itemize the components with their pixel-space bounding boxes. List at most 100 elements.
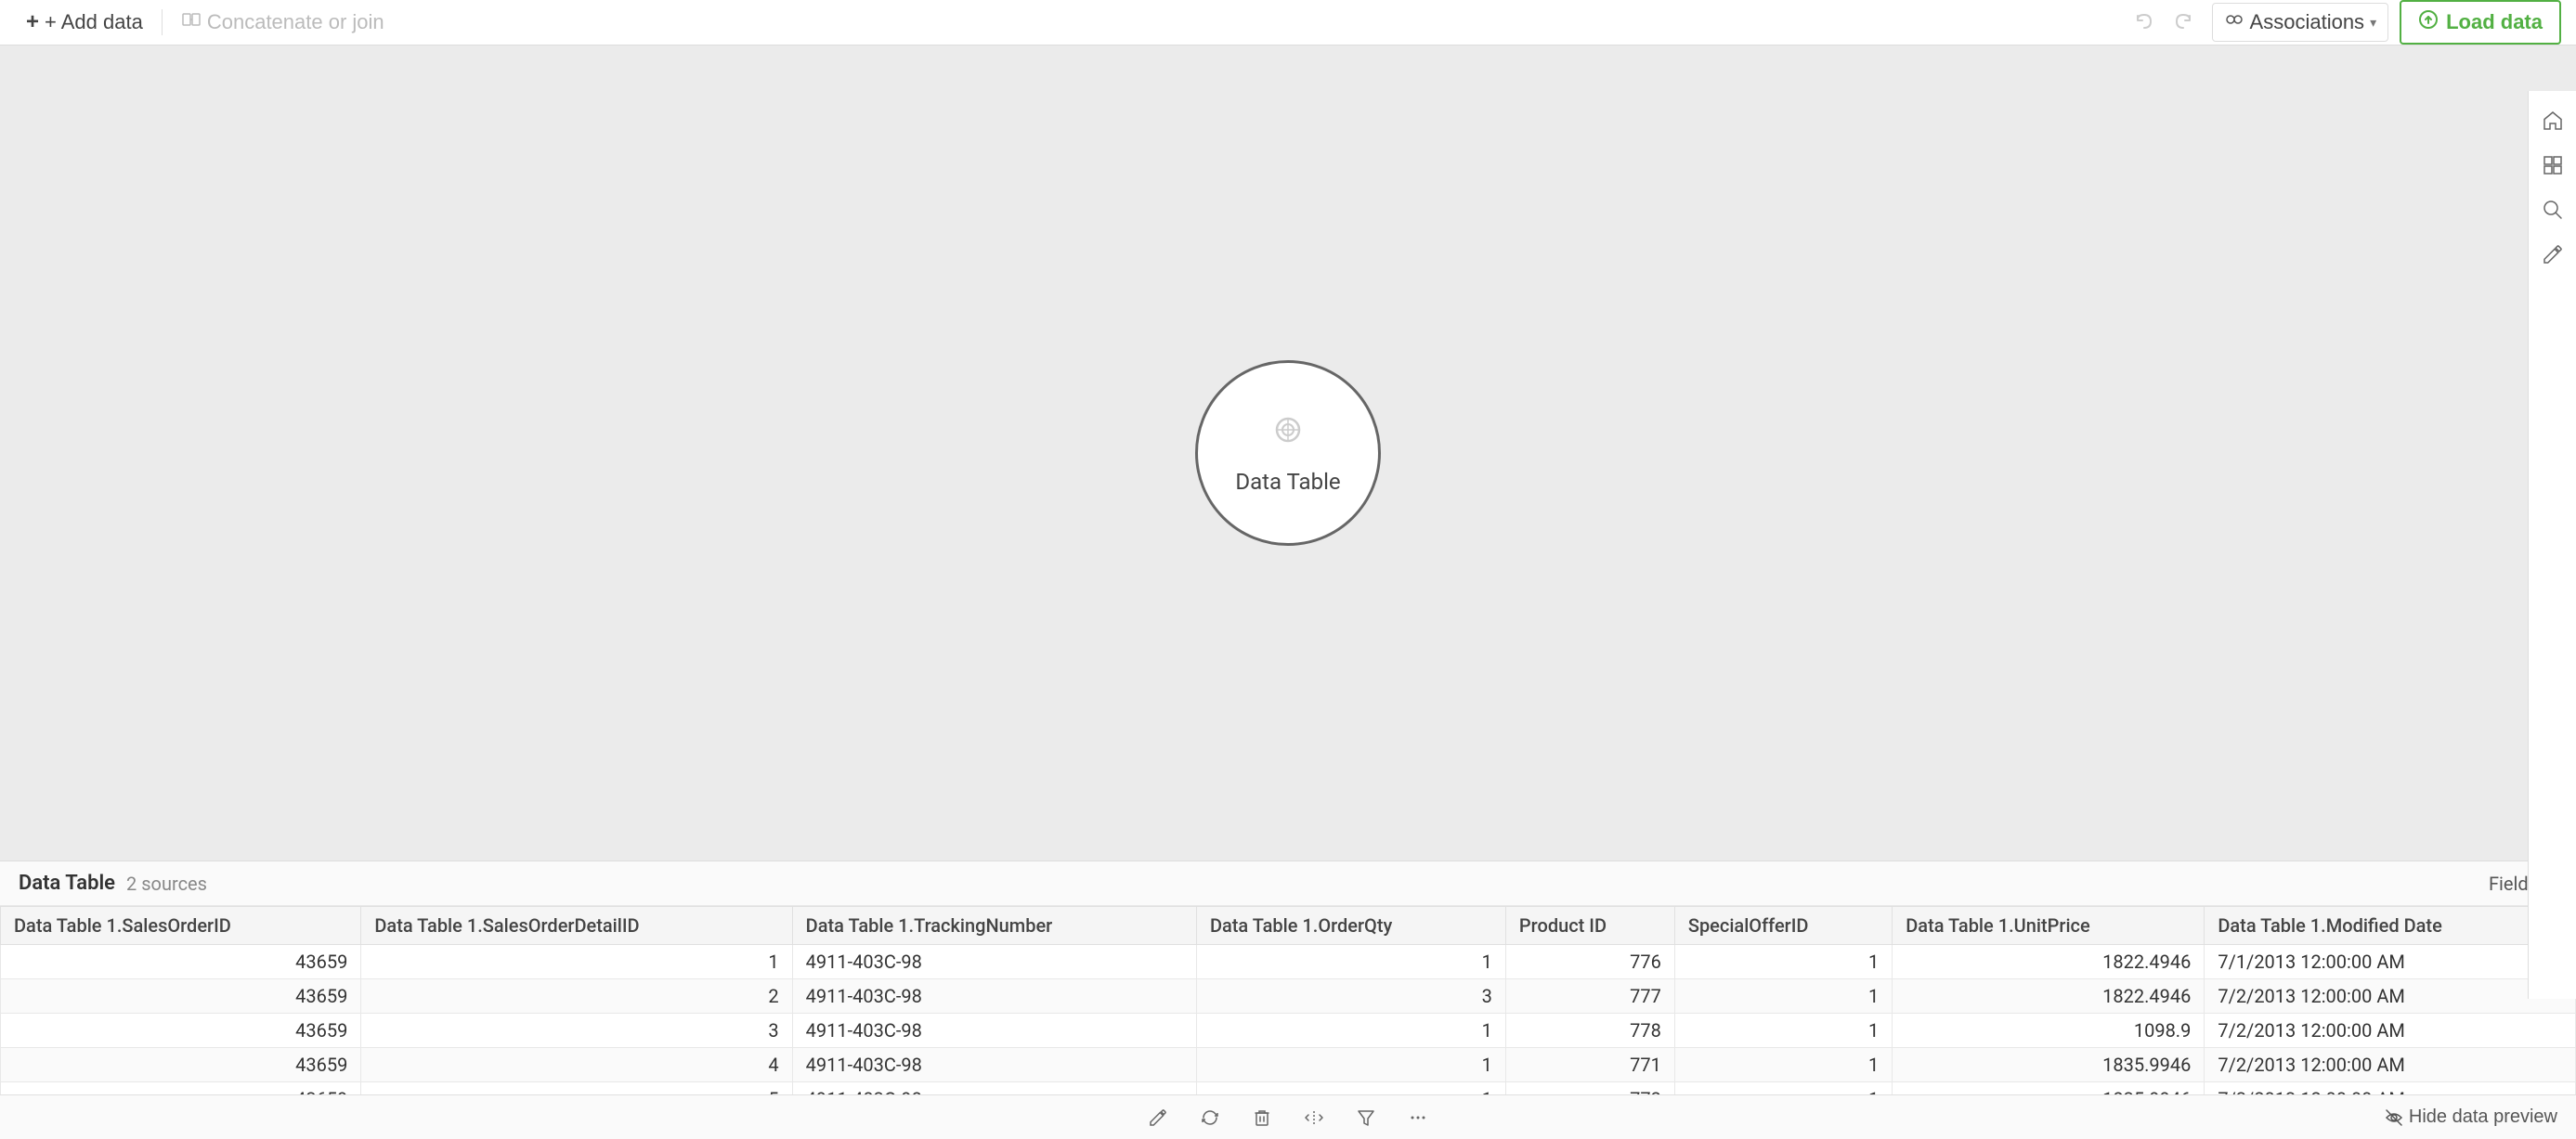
- column-header[interactable]: Data Table 1.UnitPrice: [1893, 907, 2205, 945]
- table-row[interactable]: 4365924911-403C-98377711822.49467/2/2013…: [1, 979, 2576, 1014]
- data-table-node[interactable]: Data Table: [1195, 360, 1381, 546]
- bottom-toolbar-center: [1140, 1100, 1436, 1135]
- load-data-button[interactable]: Load data: [2400, 0, 2561, 45]
- load-data-circle-icon: [2418, 9, 2439, 35]
- table-cell: 1835.9946: [1893, 1082, 2205, 1095]
- sources-badge: 2 sources: [126, 873, 207, 895]
- table-cell: 1835.9946: [1893, 1048, 2205, 1082]
- table-cell: 7/3/2013 12:00:00 AM: [2205, 1082, 2576, 1095]
- table-cell: 5: [361, 1082, 792, 1095]
- table-row[interactable]: 4365954911-403C-98177211835.99467/3/2013…: [1, 1082, 2576, 1095]
- table-cell: 4911-403C-98: [792, 945, 1196, 979]
- table-cell: 7/2/2013 12:00:00 AM: [2205, 1014, 2576, 1048]
- table-row[interactable]: 4365944911-403C-98177111835.99467/2/2013…: [1, 1048, 2576, 1082]
- table-cell: 7/2/2013 12:00:00 AM: [2205, 1048, 2576, 1082]
- sidebar-home-button[interactable]: [2534, 102, 2571, 139]
- table-cell: 1: [1196, 1014, 1505, 1048]
- column-header[interactable]: Data Table 1.SalesOrderDetailID: [361, 907, 792, 945]
- header-row: Data Table 1.SalesOrderIDData Table 1.Sa…: [1, 907, 2576, 945]
- table-cell: 1: [1196, 1082, 1505, 1095]
- table-cell: 1: [1674, 979, 1892, 1014]
- table-cell: 43659: [1, 1014, 361, 1048]
- column-header[interactable]: SpecialOfferID: [1674, 907, 1892, 945]
- sidebar-search-button[interactable]: [2534, 191, 2571, 228]
- column-header[interactable]: Data Table 1.OrderQty: [1196, 907, 1505, 945]
- table-name: Data Table: [19, 872, 115, 895]
- add-icon: +: [26, 9, 39, 35]
- concatenate-label: Concatenate or join: [207, 10, 384, 34]
- table-cell: 43659: [1, 1048, 361, 1082]
- table-cell: 1: [1196, 1048, 1505, 1082]
- table-cell: 43659: [1, 979, 361, 1014]
- toolbar-left: + + Add data Concatenate or join: [15, 4, 396, 41]
- table-cell: 1: [1674, 945, 1892, 979]
- table-cell: 776: [1505, 945, 1674, 979]
- table-row[interactable]: 4365934911-403C-98177811098.97/2/2013 12…: [1, 1014, 2576, 1048]
- table-cell: 7/1/2013 12:00:00 AM: [2205, 945, 2576, 979]
- delete-button[interactable]: [1244, 1100, 1280, 1135]
- table-cell: 4911-403C-98: [792, 1014, 1196, 1048]
- table-cell: 7/2/2013 12:00:00 AM: [2205, 979, 2576, 1014]
- table-cell: 1: [1196, 945, 1505, 979]
- bottom-toolbar: Hide data preview: [0, 1094, 2576, 1139]
- concatenate-icon: [181, 9, 202, 35]
- data-table-container[interactable]: Data Table 1.SalesOrderIDData Table 1.Sa…: [0, 906, 2576, 1094]
- data-table-node-icon: [1266, 411, 1310, 459]
- table-cell: 1822.4946: [1893, 979, 2205, 1014]
- add-data-label: + Add data: [45, 10, 143, 34]
- table-cell: 778: [1505, 1014, 1674, 1048]
- table-cell: 777: [1505, 979, 1674, 1014]
- filter-button[interactable]: [1348, 1100, 1384, 1135]
- column-header[interactable]: Data Table 1.SalesOrderID: [1, 907, 361, 945]
- table-cell: 1098.9: [1893, 1014, 2205, 1048]
- canvas-area[interactable]: Data Table: [0, 45, 2576, 861]
- hide-preview-button[interactable]: Hide data preview: [2385, 1107, 2557, 1128]
- data-table: Data Table 1.SalesOrderIDData Table 1.Sa…: [0, 906, 2576, 1094]
- associations-icon: [2224, 9, 2244, 35]
- associations-label: Associations: [2250, 10, 2365, 34]
- toolbar-divider-1: [162, 9, 163, 35]
- more-button[interactable]: [1400, 1100, 1436, 1135]
- refresh-button[interactable]: [1192, 1100, 1228, 1135]
- load-data-label: Load data: [2446, 10, 2543, 34]
- bottom-panel: Data Table 2 sources Fields: 8 Data Tabl…: [0, 861, 2576, 1139]
- bottom-panel-header: Data Table 2 sources Fields: 8: [0, 861, 2576, 906]
- table-cell: 4911-403C-98: [792, 979, 1196, 1014]
- table-cell: 4911-403C-98: [792, 1048, 1196, 1082]
- table-cell: 3: [361, 1014, 792, 1048]
- table-cell: 1: [361, 945, 792, 979]
- column-header[interactable]: Data Table 1.TrackingNumber: [792, 907, 1196, 945]
- table-cell: 43659: [1, 1082, 361, 1095]
- data-table-node-label: Data Table: [1235, 469, 1340, 495]
- undo-redo-group: [2127, 6, 2201, 38]
- split-button[interactable]: [1296, 1100, 1332, 1135]
- sidebar-edit-button[interactable]: [2534, 236, 2571, 273]
- right-sidebar: [2528, 91, 2576, 999]
- table-cell: 772: [1505, 1082, 1674, 1095]
- table-cell: 771: [1505, 1048, 1674, 1082]
- table-body: 4365914911-403C-98177611822.49467/1/2013…: [1, 945, 2576, 1095]
- table-header: Data Table 1.SalesOrderIDData Table 1.Sa…: [1, 907, 2576, 945]
- add-data-button[interactable]: + + Add data: [15, 4, 154, 41]
- table-cell: 1: [1674, 1082, 1892, 1095]
- table-cell: 4911-403C-98: [792, 1082, 1196, 1095]
- concatenate-join-button[interactable]: Concatenate or join: [170, 4, 396, 41]
- table-title: Data Table 2 sources: [19, 872, 207, 895]
- hide-preview-label: Hide data preview: [2409, 1107, 2557, 1128]
- table-cell: 43659: [1, 945, 361, 979]
- toolbar-right: Associations ▾ Load data: [2127, 0, 2561, 45]
- table-cell: 2: [361, 979, 792, 1014]
- table-cell: 1822.4946: [1893, 945, 2205, 979]
- table-cell: 4: [361, 1048, 792, 1082]
- redo-button[interactable]: [2166, 6, 2201, 38]
- column-header[interactable]: Product ID: [1505, 907, 1674, 945]
- main-toolbar: + + Add data Concatenate or join: [0, 0, 2576, 45]
- column-header[interactable]: Data Table 1.Modified Date: [2205, 907, 2576, 945]
- associations-button[interactable]: Associations ▾: [2212, 3, 2389, 42]
- edit-button[interactable]: [1140, 1100, 1176, 1135]
- undo-button[interactable]: [2127, 6, 2162, 38]
- sidebar-grid-button[interactable]: [2534, 147, 2571, 184]
- table-cell: 3: [1196, 979, 1505, 1014]
- table-row[interactable]: 4365914911-403C-98177611822.49467/1/2013…: [1, 945, 2576, 979]
- table-cell: 1: [1674, 1014, 1892, 1048]
